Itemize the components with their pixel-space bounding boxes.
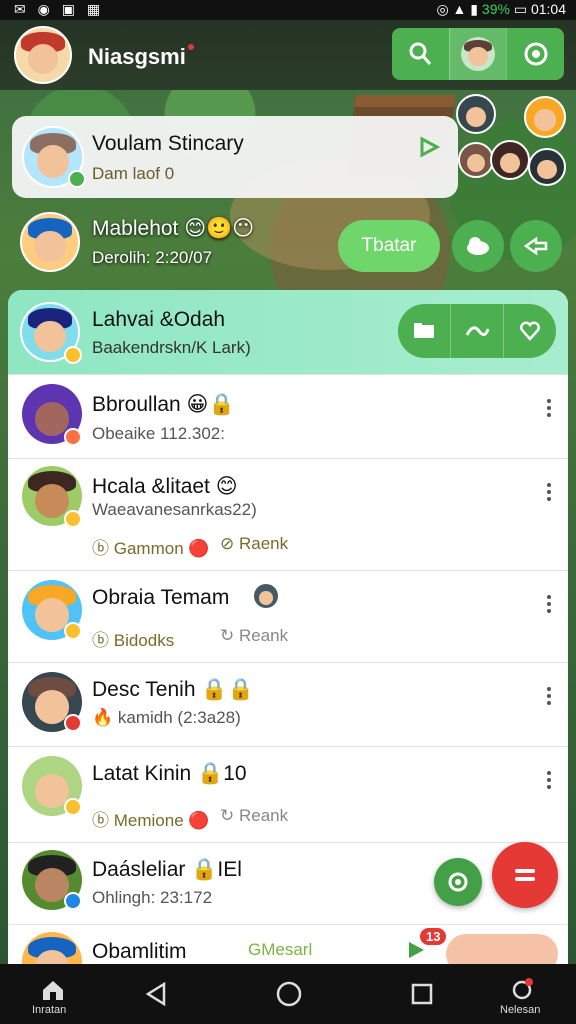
- app-title: Niasgsmi: [88, 44, 194, 70]
- chat-subtitle: Ohlingh: 23:172: [92, 888, 213, 907]
- chat-subtitle: Obeaike 112.302:: [92, 424, 225, 443]
- status-right: ◎ ▲ ▮ 39% ▭ 01:04: [436, 1, 566, 17]
- game-chip[interactable]: ⓑ Memione 🔴: [92, 806, 210, 831]
- chat-row[interactable]: Hcala &litaet 😊 Waeavanesanrkas22) ⓑ Gam…: [8, 458, 568, 571]
- chat-row[interactable]: Desc Tenih 🔒🔒 🔥 kamidh (2:3a28): [8, 662, 568, 747]
- reply-icon: [523, 236, 548, 256]
- online-badge: [64, 892, 82, 910]
- profile-tab-icon[interactable]: [510, 976, 536, 1002]
- game-chip[interactable]: ⓑ Gammon 🔴: [92, 534, 210, 559]
- online-badge: [64, 428, 82, 446]
- compose-icon: [515, 869, 535, 881]
- chat-name: Voulam Stincary: [92, 132, 244, 155]
- online-avatar-4[interactable]: [490, 140, 530, 180]
- secondary-fab[interactable]: [434, 858, 482, 906]
- battery-percent: 39%: [481, 1, 510, 17]
- camera-icon: [448, 872, 468, 892]
- chat-name: Bbroullan 😀🔒: [92, 393, 235, 416]
- chat-name: Lahvai &Odah: [92, 308, 226, 331]
- chat-name: Obamlitim: [92, 940, 187, 963]
- folder-button[interactable]: [398, 304, 450, 358]
- chat-subtitle: 🔥 kamidh (2:3a28): [92, 708, 241, 727]
- chat-subtitle: Derolih: 2:20/07: [92, 248, 213, 267]
- search-button[interactable]: [392, 28, 449, 80]
- account-button[interactable]: [448, 28, 507, 80]
- active-chat-row[interactable]: Lahvai &Odah Baakendrskn/K Lark): [8, 290, 568, 375]
- online-badge: [64, 622, 82, 640]
- chat-name: Obraia Temam: [92, 586, 230, 609]
- game-chip[interactable]: ⓑ Bidodks: [92, 626, 174, 651]
- folder-icon: [414, 323, 434, 338]
- toolbar-group: [392, 28, 564, 80]
- chat-row[interactable]: Daásleliar 🔒IEl Ohlingh: 23:172: [8, 842, 568, 925]
- chat-subtitle: Baakendrskn/K Lark): [92, 338, 251, 357]
- online-badge: [68, 170, 86, 188]
- online-badge: [64, 510, 82, 528]
- chat-list: Lahvai &Odah Baakendrskn/K Lark) Bbroull…: [8, 290, 568, 970]
- rank-chip[interactable]: ⊘ Raenk: [220, 534, 288, 554]
- profile-tab-label[interactable]: Nelesan: [500, 1004, 540, 1016]
- like-button[interactable]: [503, 304, 556, 358]
- chat-name: Latat Kinin 🔒10: [92, 762, 247, 785]
- rank-chip[interactable]: ↻ Reank: [220, 806, 288, 826]
- online-avatar-2[interactable]: [524, 96, 566, 138]
- status-button[interactable]: [506, 28, 564, 80]
- action-pill-button[interactable]: Tbatar: [338, 220, 440, 272]
- overflow-menu-icon[interactable]: [546, 396, 552, 420]
- reply-button[interactable]: [510, 220, 562, 272]
- online-badge: [64, 346, 82, 364]
- quick-actions: [398, 304, 556, 358]
- home-tab-label[interactable]: Inratan: [32, 1004, 66, 1016]
- chat-row[interactable]: Bbroullan 😀🔒 Obeaike 112.302:: [8, 374, 568, 459]
- profile-avatar[interactable]: [14, 26, 72, 84]
- heart-icon: [520, 321, 540, 341]
- online-avatar-1[interactable]: [456, 94, 496, 134]
- recents-icon[interactable]: [410, 982, 434, 1006]
- chat-row[interactable]: Obraia Temam ⓑ Bidodks ↻ Reank: [8, 570, 568, 663]
- online-badge: [64, 798, 82, 816]
- online-avatar-5[interactable]: [528, 148, 566, 186]
- chat-name: Hcala &litaet 😊: [92, 475, 238, 498]
- cloud-icon: [467, 237, 489, 255]
- search-icon: [409, 42, 432, 65]
- back-icon[interactable]: [144, 981, 168, 1007]
- chat-subtitle: Dam laof 0: [92, 164, 175, 183]
- wave-icon: [465, 326, 490, 336]
- chat-name: Daásleliar 🔒IEl: [92, 858, 242, 881]
- chat-row[interactable]: Latat Kinin 🔒10 ⓑ Memione 🔴 ↻ Reank: [8, 746, 568, 843]
- home-circle-icon[interactable]: [275, 980, 303, 1008]
- overflow-menu-icon[interactable]: [546, 768, 552, 792]
- status-bar: ✉ ◉ ▣ ▦ ◎ ▲ ▮ 39% ▭ 01:04: [0, 0, 576, 20]
- chat-mini-avatar: [254, 584, 278, 608]
- cloud-button[interactable]: [452, 220, 504, 272]
- chat-name: Desc Tenih 🔒🔒: [92, 678, 254, 701]
- status-ring-icon: [524, 42, 548, 66]
- chat-subtitle: Waeavanesanrkas22): [92, 500, 257, 519]
- pinned-chat-card[interactable]: Voulam Stincary Dam laof 0: [12, 116, 458, 198]
- wave-button[interactable]: [450, 304, 503, 358]
- chat-avatar[interactable]: [20, 212, 80, 272]
- notification-icons: ✉ ◉ ▣ ▦: [14, 1, 105, 17]
- online-avatar-3[interactable]: [458, 142, 494, 178]
- account-avatar: [461, 37, 495, 71]
- overflow-menu-icon[interactable]: [546, 480, 552, 504]
- unread-badge: 13: [420, 928, 447, 945]
- rank-chip[interactable]: ↻ Reank: [220, 626, 288, 646]
- system-nav-bar: Inratan Nelesan: [0, 964, 576, 1024]
- clock: 01:04: [530, 1, 566, 17]
- compose-fab[interactable]: [492, 842, 558, 908]
- overflow-menu-icon[interactable]: [546, 684, 552, 708]
- online-badge: [64, 714, 82, 732]
- chat-subtitle: GMesarl: [248, 940, 313, 959]
- overflow-menu-icon[interactable]: [546, 592, 552, 616]
- home-tab-icon[interactable]: [40, 978, 66, 1002]
- play-icon[interactable]: [418, 136, 440, 158]
- chat-name: Mablehot 😊🙂😶: [92, 217, 255, 240]
